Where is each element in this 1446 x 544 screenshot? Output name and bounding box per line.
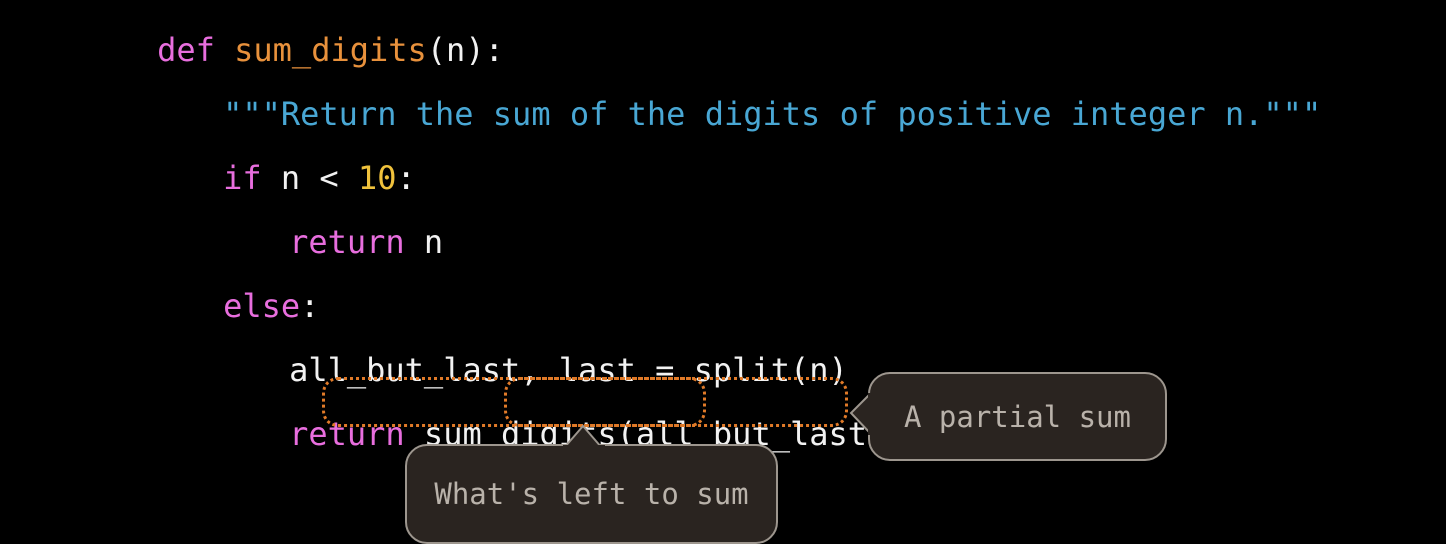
token-keyword-if: if bbox=[223, 159, 262, 197]
token-params: (n): bbox=[426, 31, 504, 69]
token-colon: : bbox=[396, 159, 416, 197]
token-keyword-return: return bbox=[289, 223, 405, 261]
token-number-10: 10 bbox=[357, 159, 397, 197]
callout-a-partial-sum: A partial sum bbox=[868, 372, 1167, 461]
highlight-inner-all-but-last bbox=[504, 377, 706, 427]
token-colon-else: : bbox=[300, 287, 320, 325]
token-condition: n < bbox=[261, 159, 358, 197]
token-function-name: sum_digits bbox=[234, 31, 427, 69]
token-keyword-else: else bbox=[223, 287, 301, 325]
token-return-value: n bbox=[404, 223, 444, 261]
token-keyword-def: def bbox=[157, 31, 235, 69]
callout-whats-left-to-sum: What's left to sum bbox=[405, 444, 778, 544]
callout-a-partial-sum-text: A partial sum bbox=[904, 399, 1131, 434]
code-slide: def sum_digits(n): """Return the sum of … bbox=[0, 0, 1446, 544]
token-docstring: """Return the sum of the digits of posit… bbox=[223, 95, 1322, 133]
callout-whats-left-to-sum-text: What's left to sum bbox=[434, 477, 749, 511]
